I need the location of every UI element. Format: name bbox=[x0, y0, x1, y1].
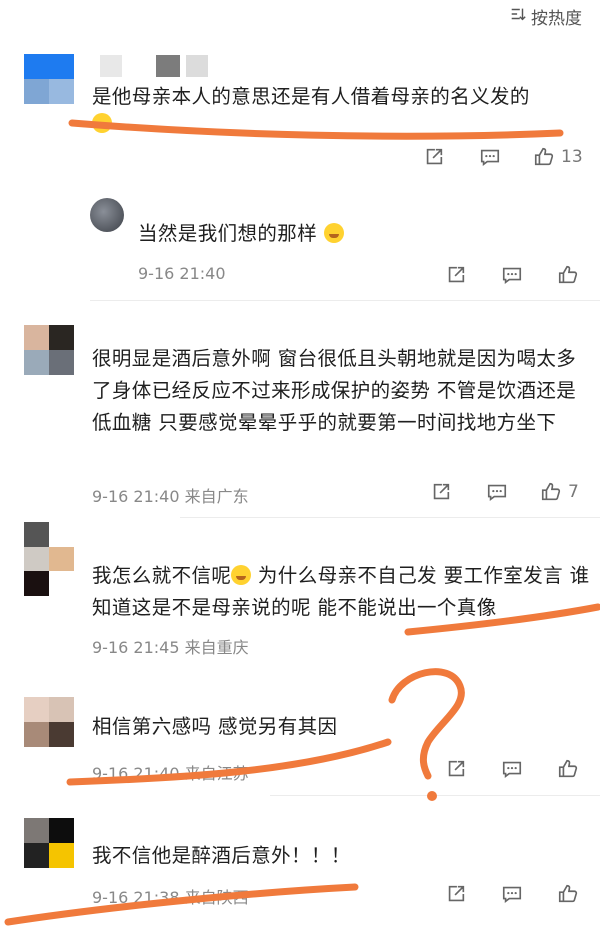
like-count: 7 bbox=[568, 482, 579, 502]
comment-meta: 9-16 21:40 来自江苏 bbox=[92, 764, 249, 783]
reply-text-row: 当然是我们想的那样 bbox=[138, 218, 558, 250]
username-redacted[interactable] bbox=[100, 55, 208, 77]
comment-actions bbox=[445, 883, 579, 905]
comment-meta: 9-16 21:45 来自重庆 bbox=[92, 638, 249, 657]
sort-label: 按热度 bbox=[531, 9, 582, 29]
avatar[interactable] bbox=[24, 697, 74, 747]
comment-text: 很明显是酒后意外啊 窗台很低且头朝地就是因为喝太多了身体已经反应不过来形成保护的… bbox=[92, 347, 577, 434]
comment-text-row: 我怎么就不信呢 为什么母亲不自己发 要工作室发言 谁知道这是不是母亲说的呢 能不… bbox=[92, 560, 592, 624]
avatar[interactable] bbox=[24, 818, 74, 868]
like-count: 13 bbox=[561, 147, 583, 167]
comment-actions: 13 bbox=[423, 146, 583, 168]
like-icon[interactable] bbox=[540, 481, 562, 503]
question-mark-dot bbox=[427, 791, 437, 801]
comment-meta: 9-16 21:38 来自陕西 bbox=[92, 888, 249, 907]
like-icon[interactable] bbox=[533, 146, 555, 168]
sort-icon bbox=[509, 5, 527, 28]
sort-by-heat-button[interactable]: 按热度 bbox=[509, 4, 582, 29]
smirk-emoji-icon bbox=[231, 565, 252, 585]
comment-icon[interactable] bbox=[501, 883, 523, 905]
comment-text: 相信第六感吗 感觉另有其因 bbox=[92, 715, 338, 738]
comment-meta: 9-16 21:40 bbox=[138, 264, 226, 283]
comment-icon[interactable] bbox=[501, 758, 523, 780]
share-icon[interactable] bbox=[430, 481, 452, 503]
comment-text: 我不信他是醉酒后意外！！！ bbox=[92, 844, 351, 867]
divider bbox=[180, 517, 600, 518]
share-icon[interactable] bbox=[445, 758, 467, 780]
like-icon[interactable] bbox=[557, 883, 579, 905]
avatar[interactable] bbox=[24, 54, 74, 104]
comment-meta: 9-16 21:40 来自广东 bbox=[92, 487, 249, 506]
emoji-icon bbox=[92, 113, 112, 133]
comment-icon[interactable] bbox=[479, 146, 501, 168]
hand-drawn-annotations bbox=[4, 119, 600, 926]
share-icon[interactable] bbox=[423, 146, 445, 168]
divider bbox=[270, 795, 600, 796]
comment-text: 是他母亲本人的意思还是有人借着母亲的名义发的 bbox=[92, 85, 530, 108]
avatar[interactable] bbox=[90, 198, 124, 232]
like-icon[interactable] bbox=[557, 264, 579, 286]
share-icon[interactable] bbox=[445, 264, 467, 286]
laugh-emoji-icon bbox=[323, 223, 344, 243]
avatar[interactable] bbox=[24, 522, 74, 596]
comment-actions: 7 bbox=[430, 481, 579, 503]
underline-stroke bbox=[68, 119, 564, 140]
divider bbox=[90, 300, 600, 301]
avatar[interactable] bbox=[24, 325, 74, 375]
comment-icon[interactable] bbox=[501, 264, 523, 286]
share-icon[interactable] bbox=[445, 883, 467, 905]
comment-text: 当然是我们想的那样 bbox=[138, 222, 318, 245]
comment-actions bbox=[445, 758, 579, 780]
reply-actions bbox=[445, 264, 579, 286]
comment-icon[interactable] bbox=[486, 481, 508, 503]
like-icon[interactable] bbox=[557, 758, 579, 780]
comment-text-part-1: 我怎么就不信呢 bbox=[92, 564, 232, 587]
